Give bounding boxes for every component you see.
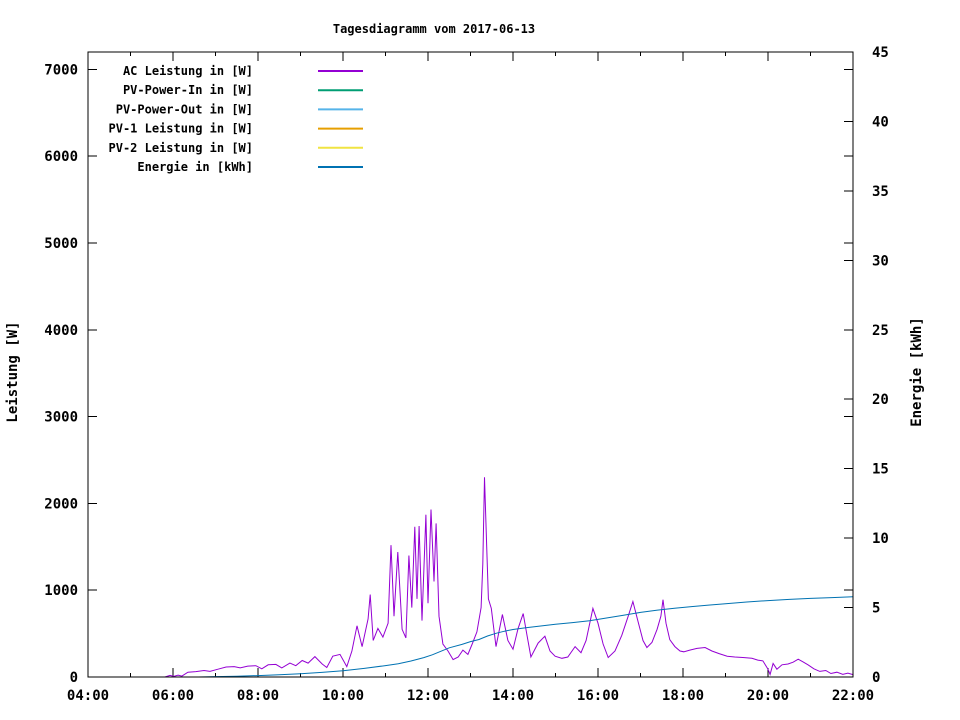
y-left-axis-title: Leistung [W] [5,321,21,422]
daily-pv-diagram: Tagesdiagramm vom 2017-06-13 Leistung [W… [0,0,960,720]
y-right-tick-label: 45 [872,45,889,61]
y-right-tick-label: 30 [872,253,889,269]
x-tick-label: 14:00 [492,688,534,704]
x-tick-label: 22:00 [832,688,874,704]
x-tick-label: 18:00 [662,688,704,704]
y-left-tick-label: 3000 [44,410,78,426]
legend-item-label: PV-Power-Out in [W] [116,102,253,116]
x-tick-label: 04:00 [67,688,109,704]
x-tick-label: 12:00 [407,688,449,704]
legend-item-label: AC Leistung in [W] [123,64,253,78]
x-tick-label: 20:00 [747,688,789,704]
legend-item-label: PV-1 Leistung in [W] [109,122,254,136]
legend-item-label: PV-Power-In in [W] [123,83,253,97]
y-right-tick-label: 10 [872,531,889,547]
y-left-tick-label: 2000 [44,496,78,512]
legend-item-label: PV-2 Leistung in [W] [109,141,254,155]
y-right-tick-label: 20 [872,392,889,408]
legend-item-label: Energie in [kWh] [137,160,253,174]
x-tick-label: 08:00 [237,688,279,704]
y-right-tick-label: 25 [872,323,889,339]
y-left-tick-label: 1000 [44,583,78,599]
y-right-tick-label: 35 [872,184,889,200]
y-left-tick-label: 6000 [44,149,78,165]
y-left-tick-label: 7000 [44,62,78,78]
y-right-tick-label: 15 [872,462,889,478]
y-left-tick-label: 0 [70,670,78,686]
x-tick-label: 06:00 [152,688,194,704]
y-right-axis-title: Energie [kWh] [909,317,925,427]
chart-title: Tagesdiagramm vom 2017-06-13 [333,22,535,36]
x-tick-label: 16:00 [577,688,619,704]
y-right-tick-label: 40 [872,114,889,130]
y-right-tick-label: 5 [872,601,880,617]
y-left-tick-label: 5000 [44,236,78,252]
y-left-tick-label: 4000 [44,323,78,339]
y-right-tick-label: 0 [872,670,880,686]
x-tick-label: 10:00 [322,688,364,704]
